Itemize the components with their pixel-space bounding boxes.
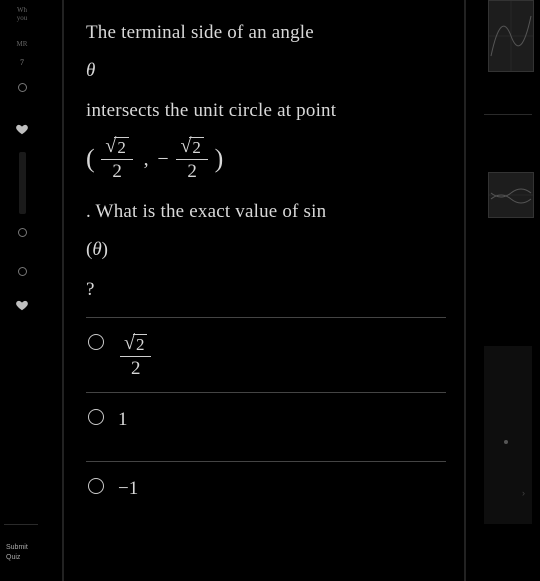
fraction-y: √2 2	[176, 137, 207, 181]
chevron-right-icon[interactable]: ›	[522, 488, 525, 498]
submit-quiz-button[interactable]: Submit Quiz	[6, 543, 28, 563]
answer-option-1[interactable]: √2 2	[86, 328, 446, 382]
nav-dot[interactable]	[18, 228, 27, 237]
radio-icon[interactable]	[88, 478, 104, 494]
sidebar-nav-dots	[18, 83, 27, 92]
right-dot	[504, 440, 508, 444]
answer-option-3[interactable]: −1	[86, 472, 446, 520]
answer-divider	[86, 317, 446, 318]
question-theta: θ	[86, 60, 446, 82]
answers-list: √2 2 1 −1	[86, 317, 446, 520]
right-divider	[484, 114, 532, 115]
question-text-line2: intersects the unit circle at point	[86, 98, 446, 124]
heart-icon[interactable]	[15, 122, 29, 136]
sidebar-header-line2: you	[17, 14, 28, 22]
sidebar-nav-dots-2	[18, 228, 27, 276]
question-panel: The terminal side of an angle θ intersec…	[44, 0, 474, 581]
sidebar-divider	[4, 524, 38, 525]
radicand: 2	[189, 137, 204, 157]
submit-label-1: Submit	[6, 544, 28, 551]
answer-value: −1	[118, 476, 138, 500]
submit-label-2: Quiz	[6, 554, 20, 561]
question-text-line1: The terminal side of an angle	[86, 20, 446, 46]
panel-border-left	[62, 0, 64, 581]
theta-symbol: θ	[86, 60, 95, 81]
answer-value: √2 2	[118, 332, 153, 378]
open-paren: (	[86, 146, 95, 172]
radio-icon[interactable]	[88, 334, 104, 350]
question-point-expression: ( √2 2 , − √2 2 )	[86, 137, 446, 181]
question-mark: ?	[86, 277, 446, 303]
progress-indicator	[19, 152, 26, 214]
answer-divider	[86, 392, 446, 393]
right-sidebar: ›	[474, 0, 540, 581]
left-sidebar: Wh you MR 7 Submit Quiz	[0, 0, 44, 581]
quiz-screen: Wh you MR 7 Submit Quiz The terminal sid…	[0, 0, 540, 581]
sidebar-tag: MR	[17, 40, 28, 48]
nav-dot[interactable]	[18, 83, 27, 92]
sidebar-header-line1: Wh	[17, 6, 27, 14]
question-sin-theta: (θ)	[86, 239, 446, 261]
answer-option-2[interactable]: 1	[86, 403, 446, 451]
radicand: 2	[133, 334, 148, 354]
close-paren: )	[215, 146, 224, 172]
comma: ,	[140, 148, 153, 170]
panel-border-right	[464, 0, 466, 581]
question-content: The terminal side of an angle θ intersec…	[86, 20, 446, 520]
sidebar-header-text: Wh you	[17, 6, 28, 22]
minus-sign: −	[157, 148, 169, 170]
answer-value: 1	[118, 407, 128, 431]
heart-icon[interactable]	[15, 298, 29, 312]
theta-symbol: θ	[92, 239, 101, 260]
radicand: 2	[114, 137, 129, 157]
radio-icon[interactable]	[88, 409, 104, 425]
denominator: 2	[101, 160, 132, 181]
denominator: 2	[120, 357, 151, 378]
question-text-line3: . What is the exact value of sin	[86, 199, 446, 225]
thumbnail-graph-2[interactable]	[488, 172, 534, 218]
denominator: 2	[176, 160, 207, 181]
fraction-x: √2 2	[101, 137, 132, 181]
close-paren-small: )	[102, 239, 108, 260]
answer-divider	[86, 461, 446, 462]
sidebar-question-number: 7	[20, 58, 24, 67]
thumbnail-graph-1[interactable]	[488, 0, 534, 72]
nav-dot[interactable]	[18, 267, 27, 276]
